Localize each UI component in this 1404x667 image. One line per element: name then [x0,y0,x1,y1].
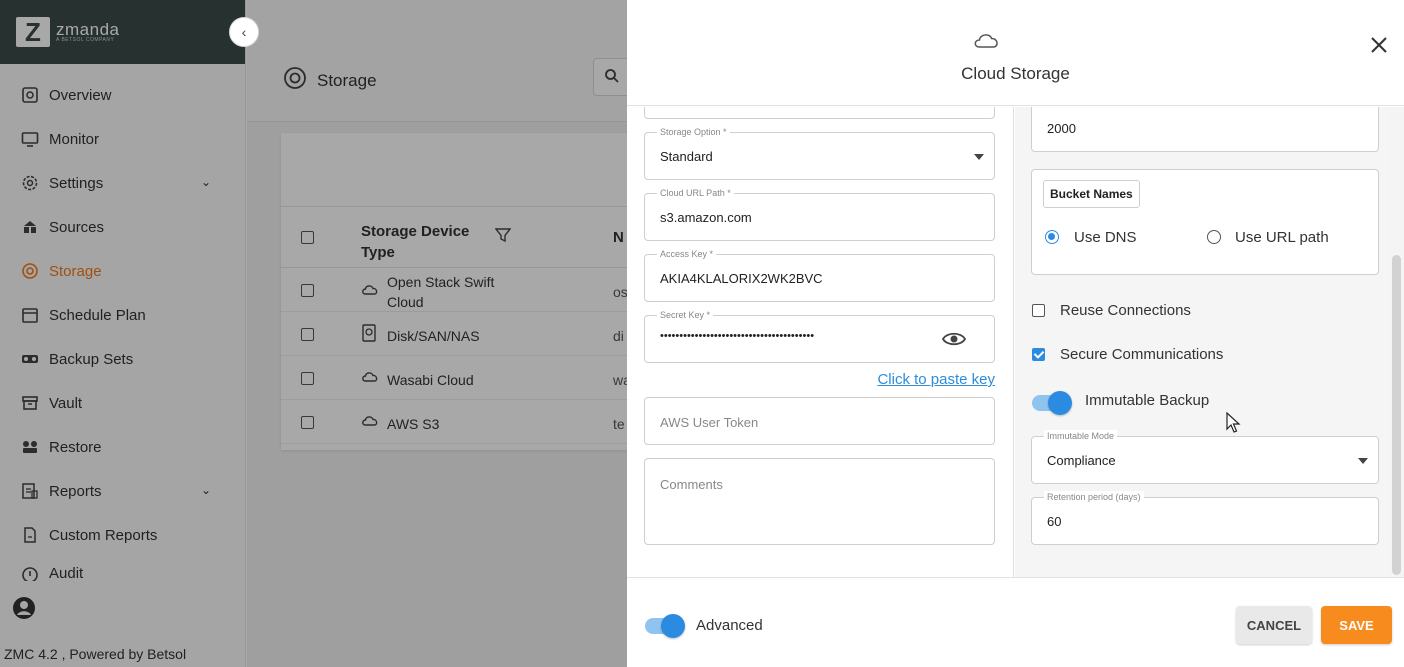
immutable-mode-select[interactable]: Immutable Mode Compliance [1031,430,1379,484]
field-label: Secret Key * [657,309,714,321]
field-value: s3.amazon.com [660,210,752,225]
retention-period-field[interactable]: Retention period (days) 60 [1031,491,1379,545]
field-value: 2000 [1047,121,1076,136]
scrollbar[interactable] [1389,107,1404,577]
scrollbar-thumb[interactable] [1392,255,1401,575]
collapse-sidebar-button[interactable]: ‹ [229,17,259,47]
reuse-connections-label[interactable]: Reuse Connections [1060,302,1191,319]
storage-option-select[interactable]: Storage Option * Standard [644,126,995,180]
dropdown-arrow-icon [1358,458,1368,464]
cloud-storage-drawer: Cloud Storage Storage Option * Standard … [627,0,1404,667]
bucket-names-group: Bucket Names Use DNS Use URL path [1031,169,1379,275]
paste-key-link[interactable]: Click to paste key [877,371,995,388]
chevron-left-icon: ‹ [241,24,247,40]
advanced-label: Advanced [696,617,763,634]
immutable-backup-toggle[interactable] [1032,391,1072,415]
access-key-field[interactable]: Access Key * AKIA4KLALORIX2WK2BVC [644,248,995,302]
aws-user-token-field[interactable]: AWS User Token [644,397,995,445]
save-button[interactable]: SAVE [1321,606,1392,644]
bucket-names-title: Bucket Names [1043,180,1140,208]
left-column: Storage Option * Standard Cloud URL Path… [627,107,1014,577]
drawer-header: Cloud Storage [627,0,1404,106]
use-url-path-radio[interactable] [1207,230,1221,244]
cloud-url-path-field[interactable]: Cloud URL Path * s3.amazon.com [644,187,995,241]
field-value: AKIA4KLALORIX2WK2BVC [660,271,823,286]
comments-field[interactable]: Comments [644,458,995,545]
field-value: Standard [660,149,713,164]
drawer-body: Storage Option * Standard Cloud URL Path… [627,107,1404,577]
secure-communications-label[interactable]: Secure Communications [1060,346,1223,363]
dropdown-arrow-icon [974,154,984,160]
field-label: Access Key * [657,248,717,260]
close-icon[interactable] [1370,36,1388,59]
drawer-title: Cloud Storage [961,64,1070,83]
advanced-toggle[interactable] [645,614,685,638]
use-url-path-label[interactable]: Use URL path [1235,229,1329,246]
modal-backdrop[interactable] [0,0,627,667]
mouse-pointer-icon [1226,411,1242,439]
numeric-field[interactable]: 2000 [1031,107,1379,152]
field-label: Cloud URL Path * [657,187,734,199]
field-placeholder: Comments [660,477,723,492]
cloud-icon [973,30,1001,55]
secret-key-field[interactable]: Secret Key * •••••••••••••••••••••••••••… [644,309,995,363]
use-dns-radio[interactable] [1045,230,1059,244]
previous-field[interactable] [644,107,995,119]
reuse-connections-checkbox[interactable] [1032,304,1045,317]
field-value: •••••••••••••••••••••••••••••••••••••••• [660,330,815,342]
field-placeholder: AWS User Token [660,415,759,430]
field-value: 60 [1047,514,1062,529]
secure-communications-checkbox[interactable] [1032,348,1045,361]
eye-icon[interactable] [941,330,967,353]
field-value: Compliance [1047,453,1116,468]
right-column: 2000 Bucket Names Use DNS Use URL path R… [1015,107,1389,577]
field-label: Retention period (days) [1044,491,1144,503]
immutable-backup-label: Immutable Backup [1085,392,1210,409]
cancel-button[interactable]: CANCEL [1236,606,1312,644]
field-label: Immutable Mode [1044,430,1118,442]
field-label: Storage Option * [657,126,730,138]
drawer-footer: Advanced CANCEL SAVE [627,577,1404,667]
use-dns-label[interactable]: Use DNS [1074,229,1137,246]
